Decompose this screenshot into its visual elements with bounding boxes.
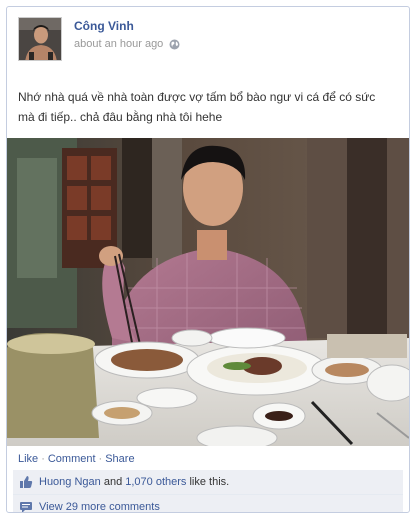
liker-name-link[interactable]: Huong Ngan <box>39 476 101 488</box>
action-separator: · <box>41 453 45 465</box>
action-separator: · <box>98 453 103 465</box>
likes-text: Huong Ngan and 1,070 others like this. <box>39 476 229 488</box>
comments-row[interactable]: View 29 more comments <box>13 495 403 512</box>
post-timestamp[interactable]: about an hour ago <box>74 38 163 50</box>
author-avatar[interactable] <box>18 17 62 61</box>
author-name-link[interactable]: Công Vinh <box>74 19 134 33</box>
others-likers-link[interactable]: 1,070 others <box>125 476 186 488</box>
comment-bubble-icon <box>19 500 33 512</box>
globe-icon[interactable] <box>169 39 180 50</box>
share-link[interactable]: Share <box>105 453 134 465</box>
post-header: Công Vinh about an hour ago <box>18 17 399 61</box>
post-photo[interactable] <box>7 138 409 446</box>
comment-link[interactable]: Comment <box>48 453 96 465</box>
feed-post: Công Vinh about an hour ago Nhớ nhà quá … <box>6 6 410 513</box>
like-link[interactable]: Like <box>18 453 38 465</box>
feedback-box: Huong Ngan and 1,070 others like this. V… <box>13 470 403 512</box>
post-meta: about an hour ago <box>74 38 180 50</box>
likes-suffix: like this. <box>186 476 230 488</box>
likes-connector: and <box>100 476 126 488</box>
likes-row: Huong Ngan and 1,070 others like this. <box>13 470 403 495</box>
post-actions: Like · Comment · Share <box>18 453 135 465</box>
thumbs-up-icon <box>19 475 33 489</box>
view-more-comments-link[interactable]: View 29 more comments <box>39 501 160 512</box>
post-message: Nhớ nhà quá về nhà toàn được vợ tấm bổ b… <box>18 90 376 124</box>
